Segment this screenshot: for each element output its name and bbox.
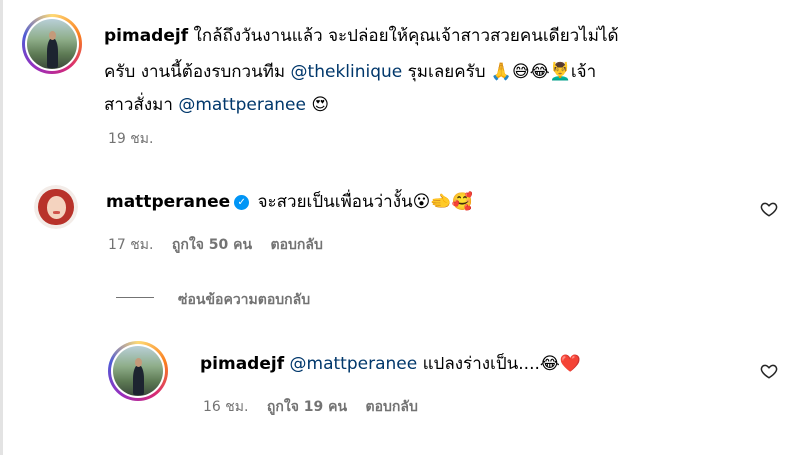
avatar-pimadejf-reply[interactable] [108, 341, 168, 401]
comment-1-text-part-4: สาวสั่งมา [104, 95, 179, 115]
heart-icon[interactable] [760, 200, 778, 218]
comment-1-text-part-5: 😍 [305, 95, 330, 115]
hide-replies-line [116, 297, 154, 298]
mention-theklinique[interactable]: @theklinique [291, 62, 403, 82]
heart-icon[interactable] [760, 362, 778, 380]
comment-1-text-part-3: รุมเลยครับ 🙏😅😂💆‍♂️เจ้า [402, 62, 597, 82]
comment-2-timestamp[interactable]: 17 ชม. [108, 237, 153, 253]
comment-2-text: จะสวยเป็นเพื่อนว่างั้น😮🫲🥰 [257, 192, 473, 212]
left-divider [0, 0, 3, 455]
reply-comment-reply-button[interactable]: ตอบกลับ [366, 399, 418, 415]
comment-2-meta: 17 ชม. ถูกใจ 50 คน ตอบกลับ [108, 234, 323, 256]
comment-1-text-part-1: ใกล้ถึงวันงานแล้ว จะปล่อยให้คุณเจ้าสาวสว… [193, 26, 619, 46]
reply-comment-line: pimadejf @mattperanee แปลงร่างเป็น....😂❤… [200, 350, 581, 379]
comment-1-line-3: สาวสั่งมา @mattperanee 😍 [104, 91, 329, 120]
reply-comment-likes[interactable]: ถูกใจ 19 คน [267, 399, 347, 415]
comment-1-line-1: pimadejf ใกล้ถึงวันงานแล้ว จะปล่อยให้คุณ… [104, 22, 619, 51]
comment-1-timestamp[interactable]: 19 ชม. [108, 128, 153, 150]
username-pimadejf-reply[interactable]: pimadejf [200, 354, 284, 374]
username-pimadejf[interactable]: pimadejf [104, 26, 188, 46]
comment-1-line-2: ครับ งานนี้ต้องรบกวนทีม @theklinique รุม… [104, 58, 596, 87]
reply-comment-text: แปลงร่างเป็น....😂❤️ [417, 354, 581, 374]
comment-2-reply-button[interactable]: ตอบกลับ [271, 237, 323, 253]
reply-comment-meta: 16 ชม. ถูกใจ 19 คน ตอบกลับ [203, 396, 418, 418]
verified-badge-icon: ✓ [234, 194, 250, 210]
comment-1-text-part-2: ครับ งานนี้ต้องรบกวนทีม [104, 62, 291, 82]
comment-2-line: mattperanee ✓ จะสวยเป็นเพื่อนว่างั้น😮🫲🥰 [106, 188, 473, 217]
mention-mattperanee[interactable]: @mattperanee [178, 95, 306, 115]
comment-2-likes[interactable]: ถูกใจ 50 คน [172, 237, 252, 253]
avatar-mattperanee[interactable] [34, 185, 78, 229]
reply-comment-timestamp[interactable]: 16 ชม. [203, 399, 248, 415]
mention-mattperanee-reply[interactable]: @mattperanee [290, 354, 418, 374]
hide-replies-button[interactable]: ซ่อนข้อความตอบกลับ [178, 289, 310, 311]
username-mattperanee[interactable]: mattperanee [106, 192, 230, 212]
avatar-pimadejf[interactable] [22, 14, 82, 74]
